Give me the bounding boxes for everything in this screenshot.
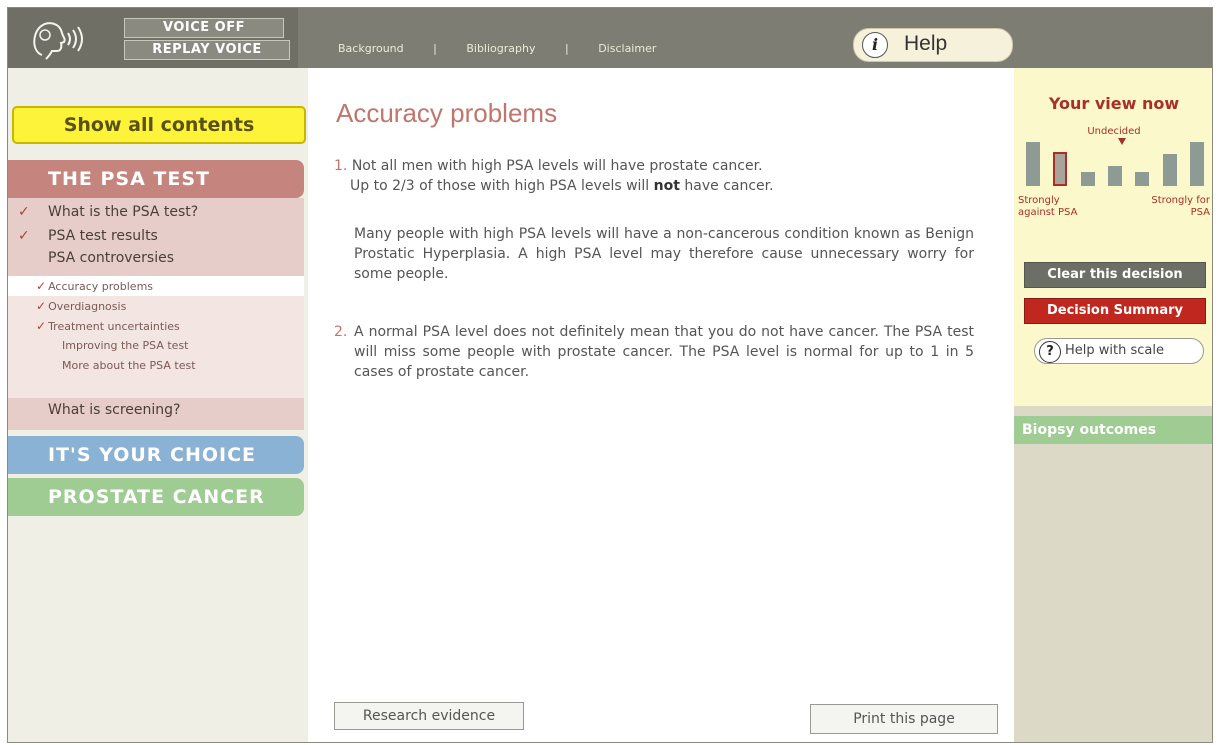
paragraph-2: A normal PSA level does not definitely m…: [354, 324, 974, 380]
biopsy-outcomes-link[interactable]: Biopsy outcomes: [1014, 416, 1212, 444]
sub-item-label: Treatment uncertainties: [48, 320, 180, 333]
bibliography-link[interactable]: Bibliography: [466, 42, 535, 55]
paragraph-1b: Many people with high PSA levels will ha…: [354, 226, 974, 282]
question-icon: ?: [1039, 341, 1061, 363]
scale-bar[interactable]: [1135, 172, 1149, 186]
help-label: Help: [904, 32, 948, 55]
strongly-for-label: Strongly for PSA: [1151, 195, 1210, 218]
decision-summary-button[interactable]: Decision Summary: [1024, 298, 1206, 324]
sidebar: Show all contents THE PSA TEST ✓ What is…: [8, 68, 308, 742]
psa-test-menu: ✓ What is the PSA test? ✓ PSA test resul…: [8, 198, 304, 430]
scale-bar[interactable]: [1053, 152, 1067, 186]
check-icon: ✓: [36, 299, 47, 313]
check-icon: ✓: [36, 279, 47, 293]
info-icon: i: [862, 32, 888, 58]
sub-item-overdiagnosis[interactable]: ✓ Overdiagnosis: [36, 299, 126, 313]
disclaimer-link[interactable]: Disclaimer: [598, 42, 656, 55]
your-view-title: Your view now: [1048, 94, 1180, 113]
nav-item-label: PSA test results: [48, 228, 158, 244]
list-number: 2.: [334, 322, 350, 342]
background-link[interactable]: Background: [338, 42, 404, 55]
top-links: Background | Bibliography | Disclaimer: [338, 42, 682, 55]
clear-decision-button[interactable]: Clear this decision: [1024, 262, 1206, 288]
page-title: Accuracy problems: [336, 98, 558, 128]
voice-controls: VOICE OFF REPLAY VOICE: [8, 8, 298, 68]
nav-item-what-is-psa-test[interactable]: ✓ What is the PSA test?: [18, 204, 199, 220]
app-frame: VOICE OFF REPLAY VOICE Background | Bibl…: [7, 7, 1213, 743]
paragraph-text: Not all men with high PSA levels will ha…: [351, 158, 763, 174]
main-content: Accuracy problems 1. Not all men with hi…: [308, 68, 1014, 742]
decision-scale[interactable]: [1026, 136, 1204, 186]
scale-bar[interactable]: [1190, 142, 1204, 186]
emphasis-text: not: [653, 178, 680, 194]
voice-off-button[interactable]: VOICE OFF: [124, 18, 284, 38]
controversies-submenu: ✓ Accuracy problems ✓ Overdiagnosis ✓ Treat…: [8, 276, 304, 398]
list-number: 1.: [334, 158, 348, 174]
section-the-psa-test[interactable]: THE PSA TEST: [8, 160, 304, 198]
help-button[interactable]: i Help: [853, 28, 1013, 62]
replay-voice-button[interactable]: REPLAY VOICE: [124, 40, 290, 60]
right-panel: Your view now Undecided Strongly against…: [1014, 68, 1212, 742]
paragraph-text: have cancer.: [684, 178, 774, 194]
nav-item-psa-test-results[interactable]: ✓ PSA test results: [18, 228, 158, 244]
help-with-scale-label: Help with scale: [1065, 343, 1164, 358]
nav-item-label: What is the PSA test?: [48, 204, 199, 220]
print-page-button[interactable]: Print this page: [810, 704, 998, 734]
help-with-scale-button[interactable]: ? Help with scale: [1034, 338, 1204, 364]
check-icon: ✓: [18, 228, 30, 244]
strongly-against-label: Strongly against PSA: [1018, 195, 1078, 218]
check-icon: ✓: [36, 319, 47, 333]
scale-bar[interactable]: [1163, 154, 1177, 186]
research-evidence-button[interactable]: Research evidence: [334, 702, 524, 730]
check-icon: ✓: [18, 204, 30, 220]
show-all-contents-button[interactable]: Show all contents: [12, 106, 306, 144]
your-view-panel: Your view now Undecided Strongly against…: [1014, 68, 1212, 406]
link-separator: |: [433, 42, 437, 55]
paragraph-text: Up to 2/3 of those with high PSA levels …: [350, 178, 650, 194]
top-bar: VOICE OFF REPLAY VOICE Background | Bibl…: [8, 8, 1212, 68]
section-its-your-choice[interactable]: IT'S YOUR CHOICE: [8, 436, 304, 474]
nav-item-psa-controversies[interactable]: PSA controversies: [48, 250, 174, 266]
link-separator: |: [564, 42, 569, 55]
sub-item-improving-psa-test[interactable]: Improving the PSA test: [62, 339, 188, 352]
section-prostate-cancer[interactable]: PROSTATE CANCER: [8, 478, 304, 516]
sub-item-more-about-psa-test[interactable]: More about the PSA test: [62, 359, 196, 372]
sub-item-accuracy-problems[interactable]: ✓ Accuracy problems: [36, 279, 153, 293]
scale-bar[interactable]: [1081, 172, 1095, 186]
speaking-head-icon: [33, 22, 83, 60]
sub-item-label: Overdiagnosis: [48, 300, 127, 313]
sub-item-treatment-uncertainties[interactable]: ✓ Treatment uncertainties: [36, 319, 180, 333]
scale-bar[interactable]: [1108, 166, 1122, 186]
sub-item-label: Accuracy problems: [48, 280, 154, 293]
paragraph-1: 1. Not all men with high PSA levels will…: [334, 156, 994, 196]
scale-bar[interactable]: [1026, 142, 1040, 186]
nav-item-what-is-screening[interactable]: What is screening?: [48, 402, 181, 418]
list-number-text: 2.: [334, 324, 348, 340]
